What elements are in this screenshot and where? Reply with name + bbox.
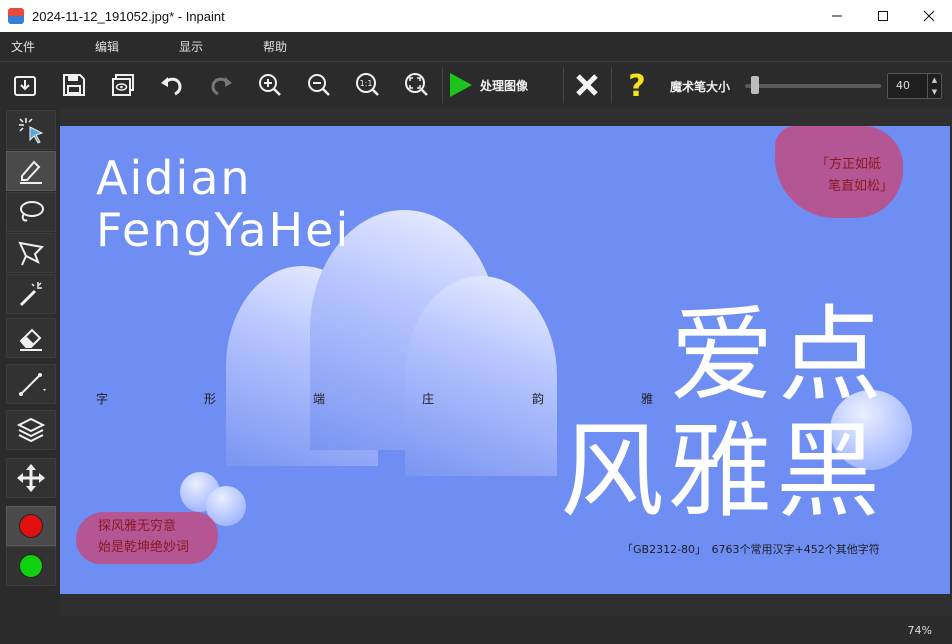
small-char: 端: [313, 392, 326, 406]
window-title: 2024-11-12_191052.jpg* - Inpaint: [32, 8, 225, 24]
close-icon: [923, 10, 935, 22]
question-mark-icon: ?: [628, 70, 645, 100]
move-tool[interactable]: [6, 458, 56, 498]
menu-bar: 文件 编辑 显示 帮助: [0, 32, 952, 62]
lasso-icon: [20, 201, 44, 222]
magic-cursor-icon: [19, 118, 44, 144]
toolbar-separator: [442, 67, 443, 103]
play-icon: [450, 73, 472, 97]
maximize-icon: [878, 11, 888, 21]
brush-size-spinbox[interactable]: 40 ▲ ▼: [887, 73, 942, 99]
magic-wand-icon: [19, 282, 42, 307]
svg-text:1:1: 1:1: [360, 79, 373, 88]
redo-button[interactable]: [204, 68, 238, 102]
svg-text:?: ?: [628, 70, 645, 100]
help-button[interactable]: ?: [620, 68, 654, 102]
polygon-lasso-icon: [18, 241, 45, 266]
eraser-tool[interactable]: [6, 318, 56, 358]
preview-button[interactable]: [106, 68, 140, 102]
spin-up-arrow-icon[interactable]: ▲: [928, 74, 941, 86]
undo-icon: [161, 77, 182, 96]
inpaint-window: 2024-11-12_191052.jpg* - Inpaint 文件 编辑 显…: [0, 0, 952, 644]
process-image-button[interactable]: 处理图像: [446, 67, 562, 103]
polygon-lasso-tool[interactable]: [6, 233, 56, 273]
zoom-actual-size-icon: 1:1: [356, 73, 379, 96]
red-color-swatch[interactable]: [6, 506, 56, 546]
spin-down-arrow-icon[interactable]: ▼: [928, 86, 941, 98]
save-icon: [63, 74, 85, 96]
fit-window-button[interactable]: [400, 68, 434, 102]
redo-icon: [211, 77, 232, 96]
open-button[interactable]: [8, 68, 42, 102]
close-x-icon: [576, 74, 598, 96]
quote-top-line1: 「方正如砥: [816, 157, 882, 172]
marker-pen-icon: [20, 160, 42, 184]
smart-select-tool[interactable]: [6, 110, 56, 150]
brush-size-value[interactable]: 40: [896, 79, 910, 92]
title-bar: 2024-11-12_191052.jpg* - Inpaint: [0, 0, 952, 32]
menu-view[interactable]: 显示: [168, 38, 252, 55]
marker-tool[interactable]: [6, 151, 56, 191]
image-canvas[interactable]: Aidian FengYaHei 字 形 端 庄 韵 雅 爱点 风雅黑 「方正如…: [60, 126, 950, 594]
quote-top-line2: 笔直如松」: [828, 179, 894, 194]
hill-right: [405, 276, 557, 476]
red-color-dot: [19, 514, 43, 538]
line-icon: [19, 373, 46, 396]
gb-standard-text: 「GB2312-80」 6763个常用汉字+452个其他字符: [622, 543, 880, 556]
small-char: 形: [204, 392, 217, 406]
big-title-line1: 爱点: [670, 294, 887, 416]
undo-button[interactable]: [155, 68, 189, 102]
zoom-level: 74%: [907, 624, 932, 637]
save-button[interactable]: [57, 68, 91, 102]
zoom-out-icon: [308, 74, 330, 96]
zoom-fit-icon: [405, 73, 428, 96]
preview-eye-icon: [112, 74, 134, 96]
quote-bottom-line1: 探风雅无穷意: [98, 519, 177, 534]
eraser-icon: [19, 328, 42, 351]
brush-size-slider-handle[interactable]: [751, 76, 760, 94]
small-char: 韵: [532, 392, 545, 406]
toolbar: 1:1 处理图像 ? 魔术笔大小 40 ▲ ▼: [0, 63, 952, 107]
move-arrows-icon: [17, 464, 45, 492]
latin-title-line2: FengYaHei: [96, 203, 351, 257]
layers-icon: [16, 417, 46, 443]
app-icon: [8, 8, 24, 24]
menu-help[interactable]: 帮助: [252, 38, 336, 55]
layers-tool[interactable]: [6, 410, 56, 450]
brush-size-slider[interactable]: [745, 84, 881, 88]
small-char: 字: [96, 392, 109, 406]
line-tool[interactable]: [6, 364, 56, 404]
green-color-dot: [19, 554, 43, 578]
open-file-icon: [14, 76, 36, 96]
cancel-button[interactable]: [570, 68, 604, 102]
process-image-label: 处理图像: [480, 78, 529, 93]
zoom-in-icon: [259, 74, 281, 96]
latin-title-line1: Aidian: [96, 151, 252, 205]
small-char: 雅: [641, 392, 654, 406]
small-char: 庄: [422, 392, 435, 406]
maximize-button[interactable]: [860, 0, 906, 32]
minimize-icon: [832, 15, 842, 17]
big-title-line2: 风雅黑: [560, 410, 885, 532]
magic-wand-tool[interactable]: [6, 274, 56, 314]
toolbar-separator: [563, 67, 564, 103]
close-button[interactable]: [906, 0, 952, 32]
toolbar-separator: [611, 67, 612, 103]
actual-size-button[interactable]: 1:1: [351, 68, 385, 102]
menu-edit[interactable]: 编辑: [84, 38, 168, 55]
quote-bottom-line2: 始是乾坤绝妙词: [98, 540, 190, 555]
zoom-out-button[interactable]: [302, 68, 336, 102]
menu-file[interactable]: 文件: [0, 38, 84, 55]
zoom-in-button[interactable]: [253, 68, 287, 102]
green-color-swatch[interactable]: [6, 546, 56, 586]
brush-size-label: 魔术笔大小: [670, 80, 731, 94]
minimize-button[interactable]: [814, 0, 860, 32]
lasso-tool[interactable]: [6, 192, 56, 232]
tool-panel: [0, 108, 60, 616]
status-bar: 74%: [0, 616, 952, 644]
